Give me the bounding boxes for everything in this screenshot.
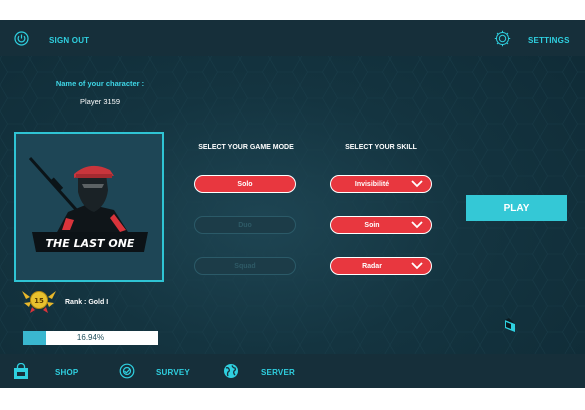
- game-mode-duo-label: Duo: [238, 221, 252, 229]
- portrait-title: THE LAST ONE: [46, 237, 135, 250]
- chevron-down-icon: [411, 262, 423, 270]
- skill-select-3[interactable]: Radar: [330, 257, 432, 275]
- emblem-icon: [503, 318, 517, 339]
- game-lobby: SIGN OUT SETTINGS Name of your character…: [0, 20, 585, 388]
- survey-icon[interactable]: [119, 363, 135, 384]
- rank-badge-number: 15: [34, 297, 44, 305]
- game-mode-squad-label: Squad: [234, 262, 256, 270]
- ranked-badge-icon: 15: [20, 287, 58, 318]
- character-portrait[interactable]: THE LAST ONE: [14, 132, 164, 282]
- globe-icon[interactable]: [223, 363, 239, 384]
- chevron-down-icon: [411, 221, 423, 229]
- soldier-logo-image: THE LAST ONE: [28, 157, 148, 252]
- xp-progress-text: 16.94%: [76, 333, 105, 342]
- bottom-bar: SHOP SURVEY SERVER: [0, 354, 585, 388]
- survey-button[interactable]: SURVEY: [156, 368, 190, 377]
- game-mode-squad-button[interactable]: Squad: [194, 257, 296, 275]
- settings-button[interactable]: SETTINGS: [528, 36, 570, 45]
- game-mode-duo-button[interactable]: Duo: [194, 216, 296, 234]
- shop-button[interactable]: SHOP: [55, 368, 78, 377]
- sign-out-button[interactable]: SIGN OUT: [49, 36, 89, 45]
- gear-icon[interactable]: [494, 30, 511, 52]
- xp-progress-bar: 16.94%: [23, 331, 158, 345]
- shopping-bag-icon[interactable]: [13, 362, 29, 385]
- skill-heading: SELECT YOUR SKILL: [345, 144, 417, 151]
- skill-select-2-value: Soin: [364, 221, 380, 229]
- skill-select-2[interactable]: Soin: [330, 216, 432, 234]
- rank-label: Rank : Gold I: [65, 299, 109, 306]
- play-button[interactable]: PLAY: [466, 195, 567, 221]
- game-mode-solo-label: Solo: [237, 180, 253, 188]
- chevron-down-icon: [411, 180, 423, 188]
- character-name-value[interactable]: Player 3159: [40, 97, 160, 106]
- skill-select-1[interactable]: Invisibilité: [330, 175, 432, 193]
- character-name-label: Name of your character :: [55, 79, 145, 88]
- server-button[interactable]: SERVER: [261, 368, 295, 377]
- skill-select-1-value: Invisibilité: [354, 180, 390, 188]
- game-mode-solo-button[interactable]: Solo: [194, 175, 296, 193]
- skill-select-3-value: Radar: [362, 262, 382, 270]
- game-mode-heading: SELECT YOUR GAME MODE: [198, 144, 294, 151]
- top-bar: SIGN OUT SETTINGS: [0, 20, 585, 56]
- power-icon[interactable]: [14, 31, 29, 51]
